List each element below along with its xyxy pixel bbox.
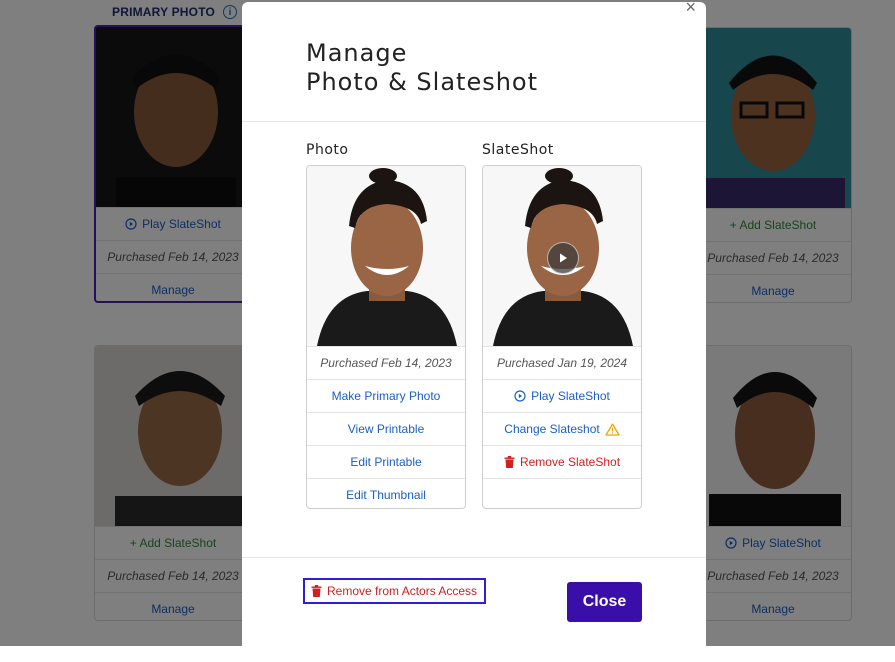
- slateshot-column-label: SlateShot: [482, 142, 554, 158]
- divider: [242, 121, 706, 122]
- divider: [242, 557, 706, 558]
- close-icon[interactable]: ×: [685, 0, 696, 16]
- edit-thumbnail-link[interactable]: Edit Thumbnail: [307, 478, 465, 508]
- modal-title: Manage Photo & Slateshot: [306, 39, 538, 97]
- change-slateshot-label: Change Slateshot: [504, 422, 600, 436]
- trash-icon: [311, 585, 322, 597]
- photo-purchased-date: Purchased Feb 14, 2023: [307, 346, 465, 379]
- modal-title-line2: Photo & Slateshot: [306, 68, 539, 96]
- manage-photo-modal: × Manage Photo & Slateshot Photo Purchas…: [242, 0, 706, 662]
- change-slateshot-link[interactable]: Change Slateshot: [483, 412, 641, 445]
- slateshot-panel: Purchased Jan 19, 2024 Play SlateShot Ch…: [482, 165, 642, 509]
- edit-printable-link[interactable]: Edit Printable: [307, 445, 465, 478]
- play-slateshot-label: Play SlateShot: [531, 389, 610, 403]
- slateshot-thumbnail[interactable]: [483, 166, 641, 346]
- empty-row: [483, 478, 641, 508]
- photo-panel: Purchased Feb 14, 2023 Make Primary Phot…: [306, 165, 466, 509]
- make-primary-photo-link[interactable]: Make Primary Photo: [307, 379, 465, 412]
- photo-column-label: Photo: [306, 142, 349, 158]
- view-printable-link[interactable]: View Printable: [307, 412, 465, 445]
- slateshot-purchased-date: Purchased Jan 19, 2024: [483, 346, 641, 379]
- warning-icon: [605, 422, 620, 436]
- play-circle-icon: [514, 390, 526, 402]
- photo-thumbnail[interactable]: [307, 166, 465, 346]
- trash-icon: [504, 456, 515, 468]
- remove-slateshot-label: Remove SlateShot: [519, 455, 621, 469]
- play-video-icon[interactable]: [547, 242, 579, 274]
- modal-title-line1: Manage: [306, 39, 408, 67]
- close-button[interactable]: Close: [567, 582, 642, 622]
- remove-from-actors-access-link[interactable]: Remove from Actors Access: [303, 578, 486, 604]
- remove-from-actors-access-label: Remove from Actors Access: [327, 584, 478, 598]
- remove-slateshot-link[interactable]: Remove SlateShot: [483, 445, 641, 478]
- play-slateshot-link[interactable]: Play SlateShot: [483, 379, 641, 412]
